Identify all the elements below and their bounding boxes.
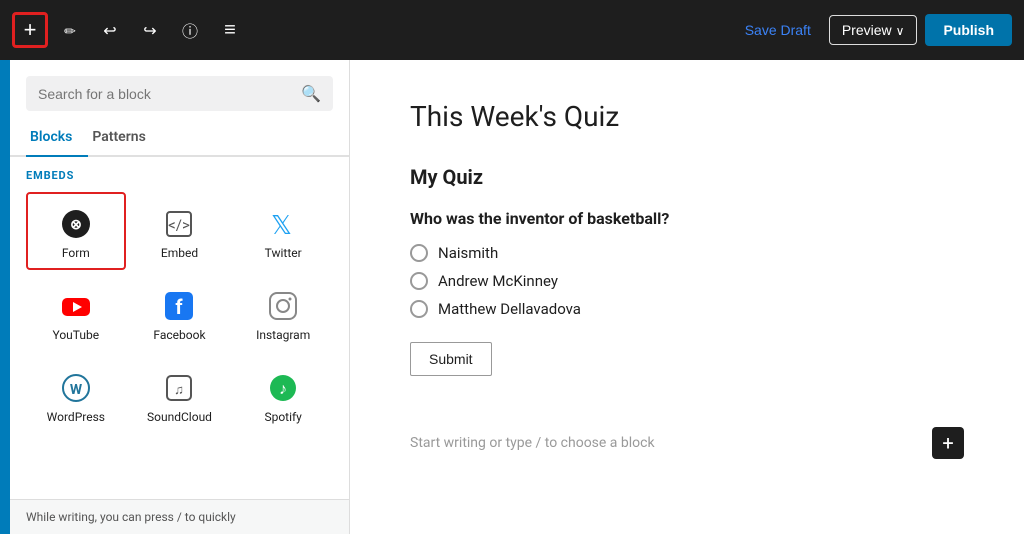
option-2[interactable]: Andrew McKinney (410, 272, 964, 290)
editor-area[interactable]: ➔ This Week's Quiz My Quiz Who was the i… (350, 60, 1024, 534)
instagram-icon (265, 288, 301, 324)
option-1-text: Naismith (438, 244, 498, 262)
svg-text:</>: </> (169, 216, 191, 234)
svg-text:⊗: ⊗ (70, 217, 82, 233)
tabs: Blocks Patterns (10, 119, 349, 157)
option-2-text: Andrew McKinney (438, 272, 558, 290)
radio-naismith[interactable] (410, 244, 428, 262)
toolbar-right: Save Draft Preview Publish (735, 14, 1012, 46)
twitter-icon: 𝕏 (265, 206, 301, 242)
tab-blocks[interactable]: Blocks (26, 119, 88, 157)
option-3[interactable]: Matthew Dellavadova (410, 300, 964, 318)
toolbar: + Save Draft Preview Publish (0, 0, 1024, 60)
block-item-embed[interactable]: </> Embed (130, 192, 230, 270)
youtube-icon (58, 288, 94, 324)
block-grid: ⊗ Form </> Embed 𝕏 Twitter (26, 192, 333, 434)
add-block-placeholder: Start writing or type / to choose a bloc… (410, 435, 655, 451)
add-block-row: Start writing or type / to choose a bloc… (410, 416, 964, 469)
menu-button[interactable] (212, 12, 248, 48)
svg-text:𝕏: 𝕏 (271, 211, 292, 240)
info-icon (182, 18, 198, 42)
pencil-button[interactable] (52, 12, 88, 48)
block-item-spotify[interactable]: ♪ Spotify (233, 356, 333, 434)
undo-icon (103, 20, 116, 41)
add-block-plus-button[interactable]: + (932, 427, 964, 459)
block-youtube-label: YouTube (53, 328, 100, 342)
block-item-wordpress[interactable]: W WordPress (26, 356, 126, 434)
block-wordpress-label: WordPress (47, 410, 105, 424)
search-area: 🔍 (10, 60, 349, 119)
undo-button[interactable] (92, 12, 128, 48)
spotify-icon: ♪ (265, 370, 301, 406)
block-form-label: Form (62, 246, 90, 260)
preview-button[interactable]: Preview (829, 15, 918, 45)
publish-button[interactable]: Publish (925, 14, 1012, 46)
block-item-facebook[interactable]: f Facebook (130, 274, 230, 352)
radio-mckinney[interactable] (410, 272, 428, 290)
search-input[interactable] (38, 86, 293, 102)
info-button[interactable] (172, 12, 208, 48)
quiz-question[interactable]: Who was the inventor of basketball? (410, 209, 964, 228)
soundcloud-icon: ♫ (161, 370, 197, 406)
left-panel: 🔍 Blocks Patterns EMBEDS ⊗ Form (10, 60, 350, 534)
sidebar-accent (0, 60, 10, 534)
quiz-title[interactable]: My Quiz (410, 165, 964, 189)
svg-text:♫: ♫ (175, 383, 185, 398)
block-instagram-label: Instagram (256, 328, 310, 342)
redo-button[interactable] (132, 12, 168, 48)
block-list: EMBEDS ⊗ Form </> Embed (10, 157, 349, 499)
block-soundcloud-label: SoundCloud (147, 410, 212, 424)
block-item-twitter[interactable]: 𝕏 Twitter (233, 192, 333, 270)
main-area: 🔍 Blocks Patterns EMBEDS ⊗ Form (0, 60, 1024, 534)
block-spotify-label: Spotify (264, 410, 301, 424)
option-3-text: Matthew Dellavadova (438, 300, 581, 318)
form-icon: ⊗ (58, 206, 94, 242)
plus-icon: + (24, 17, 37, 43)
hint-text: While writing, you can press / to quickl… (26, 510, 236, 524)
block-embed-label: Embed (161, 246, 198, 260)
search-box: 🔍 (26, 76, 333, 111)
add-block-button[interactable]: + (12, 12, 48, 48)
block-item-soundcloud[interactable]: ♫ SoundCloud (130, 356, 230, 434)
chevron-down-icon (896, 22, 905, 38)
wordpress-icon: W (58, 370, 94, 406)
menu-icon (224, 19, 236, 42)
block-item-instagram[interactable]: Instagram (233, 274, 333, 352)
block-item-form[interactable]: ⊗ Form (26, 192, 126, 270)
block-item-youtube[interactable]: YouTube (26, 274, 126, 352)
save-draft-button[interactable]: Save Draft (735, 16, 821, 44)
redo-icon (143, 20, 156, 41)
hint-box: While writing, you can press / to quickl… (10, 499, 349, 534)
option-1[interactable]: Naismith (410, 244, 964, 262)
block-twitter-label: Twitter (265, 246, 302, 260)
preview-label: Preview (842, 22, 892, 38)
toolbar-left: + (12, 12, 248, 48)
embed-icon: </> (161, 206, 197, 242)
submit-button[interactable]: Submit (410, 342, 492, 376)
radio-dellavadova[interactable] (410, 300, 428, 318)
quiz-options: Naismith Andrew McKinney Matthew Dellava… (410, 244, 964, 318)
pencil-icon (64, 20, 76, 41)
block-facebook-label: Facebook (153, 328, 205, 342)
post-title[interactable]: This Week's Quiz (410, 100, 964, 133)
svg-text:♪: ♪ (279, 379, 287, 398)
search-icon: 🔍 (301, 84, 321, 103)
tab-patterns[interactable]: Patterns (88, 119, 161, 157)
embeds-section-label: EMBEDS (26, 169, 333, 182)
facebook-icon: f (161, 288, 197, 324)
svg-text:W: W (70, 382, 83, 398)
svg-text:f: f (176, 295, 184, 319)
